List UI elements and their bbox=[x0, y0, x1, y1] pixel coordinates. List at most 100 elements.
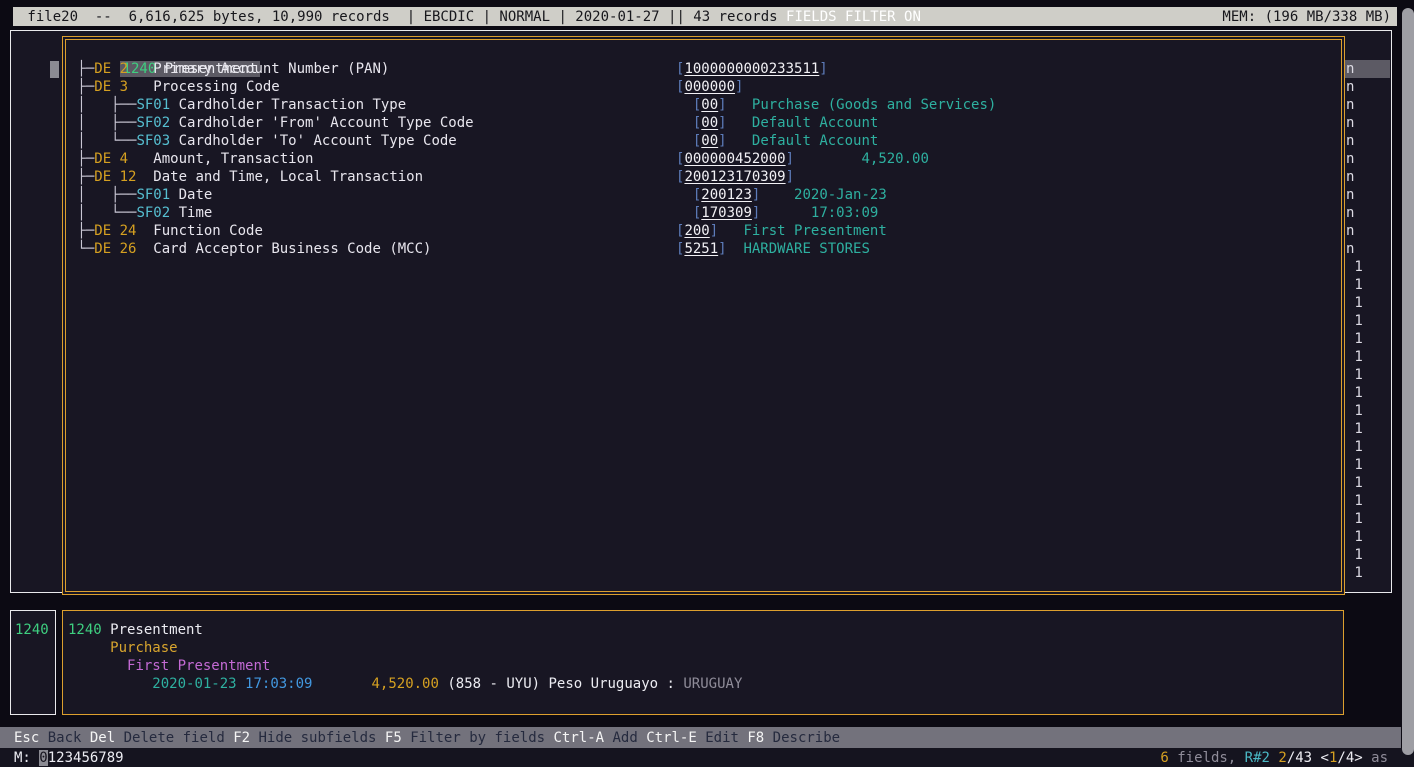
seg-br: ] bbox=[718, 241, 726, 257]
tree-row-de12[interactable]: ├─DE 12 Date and Time, Local Transaction… bbox=[66, 168, 1341, 186]
seg-name: Amount, Transaction bbox=[128, 151, 313, 167]
record-type-indicator[interactable]: 1 bbox=[1346, 276, 1363, 294]
seg-key[interactable]: Ctrl-A bbox=[553, 729, 604, 747]
mask-input[interactable]: M: 0123456789 bbox=[14, 749, 124, 767]
tree-row-de12-sf02[interactable]: │ └──SF02 Time [170309] 17:03:09 bbox=[66, 204, 1341, 222]
seg-key[interactable]: F5 bbox=[385, 729, 402, 747]
seg-br: ] bbox=[718, 133, 726, 149]
record-type-indicator[interactable]: 1 bbox=[1346, 258, 1363, 276]
record-type-indicator[interactable]: n bbox=[1346, 96, 1354, 114]
seg-cyan: R#2 bbox=[1245, 750, 1270, 766]
seg-act: Edit bbox=[697, 729, 748, 747]
record-type-indicator[interactable]: 1 bbox=[1346, 348, 1363, 366]
tree-row-de3[interactable]: ├─DE 3 Processing Code[000000] bbox=[66, 78, 1341, 96]
seg-tree: │ └── bbox=[69, 205, 136, 221]
seg-val: 200123 bbox=[701, 187, 752, 203]
mti-box: 1240 bbox=[10, 610, 56, 715]
seg-key[interactable]: Esc bbox=[14, 729, 39, 747]
seg-de: DE 12 bbox=[94, 169, 136, 185]
field-label: │ ├──SF01 Cardholder Transaction Type bbox=[69, 96, 406, 114]
record-type-indicator[interactable]: 1 bbox=[1346, 456, 1363, 474]
field-value: [00] Default Account bbox=[676, 132, 878, 150]
record-type-indicator[interactable]: 1 bbox=[1346, 366, 1363, 384]
seg-yellow: 6 bbox=[1160, 750, 1168, 766]
seg-white: 123456789 bbox=[48, 750, 124, 766]
record-type-indicator[interactable]: 1 bbox=[1346, 528, 1363, 546]
summary-line: 2020-01-23 17:03:09 4,520.00 (858 - UYU)… bbox=[68, 675, 742, 693]
record-type-indicator[interactable]: 1 bbox=[1346, 510, 1363, 528]
seg-plain bbox=[718, 223, 743, 239]
record-type-indicator[interactable]: n bbox=[1344, 60, 1390, 78]
seg-plain bbox=[760, 205, 811, 221]
record-type-indicator[interactable]: n bbox=[1346, 150, 1354, 168]
record-type-indicator[interactable]: 1 bbox=[1346, 330, 1363, 348]
seg-de: DE 3 bbox=[94, 79, 128, 95]
seg-yellow: 2 bbox=[1278, 750, 1286, 766]
record-type-indicator[interactable]: n bbox=[1346, 168, 1354, 186]
record-type-indicator[interactable]: n bbox=[1346, 240, 1354, 258]
tree-row-de24[interactable]: ├─DE 24 Function Code[200] First Present… bbox=[66, 222, 1341, 240]
seg-plain bbox=[676, 205, 693, 221]
field-value: [000000] bbox=[676, 78, 743, 96]
seg-name: Function Code bbox=[136, 223, 262, 239]
field-label: │ └──SF02 Time bbox=[69, 204, 212, 222]
seg-tree: │ ├── bbox=[69, 115, 136, 131]
tree-row-de3-sf02[interactable]: │ ├──SF02 Cardholder 'From' Account Type… bbox=[66, 114, 1341, 132]
record-type-indicator[interactable]: 1 bbox=[1346, 474, 1363, 492]
seg-white: /43 < bbox=[1287, 750, 1329, 766]
summary-line: 1240 Presentment bbox=[68, 621, 203, 639]
tree-row-de4[interactable]: ├─DE 4 Amount, Transaction[000000452000]… bbox=[66, 150, 1341, 168]
record-type-indicator[interactable]: n bbox=[1346, 132, 1354, 150]
status-bar: M: 0123456789 6 fields, R#2 2/43 <1/4> a… bbox=[0, 748, 1414, 767]
tree-row-de12-sf01[interactable]: │ ├──SF01 Date [200123] 2020-Jan-23 bbox=[66, 186, 1341, 204]
seg-de: DE 4 bbox=[94, 151, 128, 167]
field-label: ├─DE 2 Primary Account Number (PAN) bbox=[69, 60, 389, 78]
tree-row-de26[interactable]: └─DE 26 Card Acceptor Business Code (MCC… bbox=[66, 240, 1341, 258]
seg-key[interactable]: F8 bbox=[747, 729, 764, 747]
record-type-indicator[interactable]: n bbox=[1346, 114, 1354, 132]
seg-cursor: 0 bbox=[39, 750, 47, 766]
seg-name: Cardholder 'From' Account Type Code bbox=[170, 115, 473, 131]
seg-key[interactable]: Ctrl-E bbox=[646, 729, 697, 747]
seg-key[interactable]: F2 bbox=[233, 729, 250, 747]
field-label: │ ├──SF01 Date bbox=[69, 186, 212, 204]
seg-val: 1000000000233511 bbox=[684, 61, 819, 77]
seg-tree: ├─ bbox=[69, 61, 94, 77]
seg-br: ] bbox=[786, 151, 794, 167]
vertical-scrollbar[interactable] bbox=[1402, 8, 1414, 755]
record-type-indicator[interactable]: n bbox=[1346, 222, 1354, 240]
record-type-indicator[interactable]: 1 bbox=[1346, 492, 1363, 510]
record-type-indicator[interactable]: n bbox=[1346, 78, 1354, 96]
seg-name: Primary Account Number (PAN) bbox=[128, 61, 389, 77]
seg-tree: ├─ bbox=[69, 223, 94, 239]
seg-name: Processing Code bbox=[128, 79, 280, 95]
seg-de: DE 2 bbox=[94, 61, 128, 77]
record-type-indicator[interactable]: 1 bbox=[1346, 294, 1363, 312]
record-type-indicator[interactable]: n bbox=[1346, 186, 1354, 204]
record-type-indicator[interactable]: 1 bbox=[1346, 384, 1363, 402]
field-label: │ ├──SF02 Cardholder 'From' Account Type… bbox=[69, 114, 474, 132]
seg-tree: │ └── bbox=[69, 133, 136, 149]
record-type-indicator[interactable]: 1 bbox=[1346, 420, 1363, 438]
seg-key[interactable]: Del bbox=[90, 729, 115, 747]
record-type-indicator[interactable]: 1 bbox=[1346, 402, 1363, 420]
tree-row-de3-sf01[interactable]: │ ├──SF01 Cardholder Transaction Type [0… bbox=[66, 96, 1341, 114]
seg-plain bbox=[727, 241, 744, 257]
record-type-indicator[interactable]: 1 bbox=[1346, 312, 1363, 330]
field-value: [200123] 2020-Jan-23 bbox=[676, 186, 887, 204]
record-type-indicator[interactable]: 1 bbox=[1346, 438, 1363, 456]
record-position-info: 6 fields, R#2 2/43 <1/4> as bbox=[1160, 749, 1388, 767]
seg-plain bbox=[237, 676, 245, 692]
seg-tree: ├─ bbox=[69, 151, 94, 167]
record-type-indicator[interactable]: 1 bbox=[1346, 564, 1363, 582]
field-label: ├─DE 24 Function Code bbox=[69, 222, 263, 240]
record-type-indicator[interactable]: 1 bbox=[1346, 546, 1363, 564]
tree-row-de2[interactable]: ├─DE 2 Primary Account Number (PAN)[1000… bbox=[66, 60, 1341, 78]
seg-desc: HARDWARE STORES bbox=[743, 241, 869, 257]
record-type-indicator[interactable]: n bbox=[1346, 204, 1354, 222]
tree-row-de3-sf03[interactable]: │ └──SF03 Cardholder 'To' Account Type C… bbox=[66, 132, 1341, 150]
seg-br: ] bbox=[786, 169, 794, 185]
seg-val: 200 bbox=[684, 223, 709, 239]
seg-de: DE 26 bbox=[94, 241, 136, 257]
seg-plain bbox=[68, 658, 127, 674]
